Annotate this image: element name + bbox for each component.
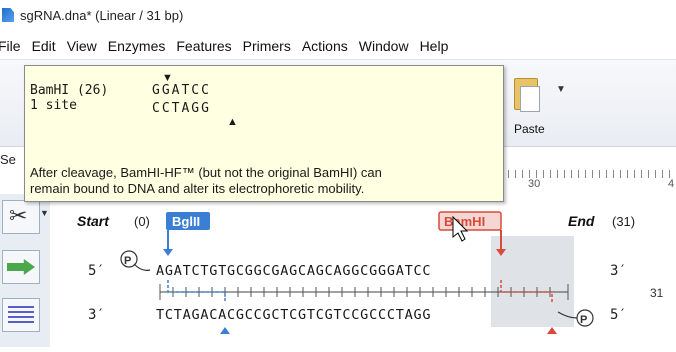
scissors-icon: ✂ — [9, 203, 28, 228]
tooltip-note-line2: remain bound to DNA and alter its electr… — [30, 181, 365, 196]
tool-sidebar: ✂ ▼ — [0, 194, 51, 347]
promoter-left-label: P — [124, 255, 131, 267]
menu-bar: File Edit View Enzymes Features Primers … — [0, 33, 676, 60]
paste-paper-icon — [520, 86, 540, 112]
top-strand-3prime: 3′ — [610, 263, 627, 279]
enzyme-tooltip: BamHI (26) 1 site ▼ GGATCC CCTAGG ▲ Afte… — [24, 65, 504, 202]
end-position: (31) — [612, 214, 635, 229]
menu-enzymes[interactable]: Enzymes — [108, 38, 166, 54]
sequence-length-label: 31 — [650, 286, 664, 300]
arrow-right-icon — [7, 259, 35, 275]
app-icon — [2, 8, 14, 22]
menu-file[interactable]: File — [0, 38, 21, 54]
menu-actions[interactable]: Actions — [302, 38, 348, 54]
bamhi-label: BamHI — [444, 214, 485, 229]
tooltip-note-line1: After cleavage, BamHI-HF™ (but not the o… — [30, 165, 382, 180]
end-label: End — [568, 213, 595, 229]
sequence-map-svg: Start (0) BglII BamHI End (31) P 5′ AGAT… — [77, 211, 664, 334]
paste-button[interactable]: ▼ Paste — [508, 78, 566, 138]
bottom-strand-5prime: 5′ — [610, 307, 627, 323]
cut-tool-dropdown-icon[interactable]: ▼ — [40, 208, 49, 218]
bottom-strand-3prime: 3′ — [88, 307, 105, 323]
menu-window[interactable]: Window — [359, 38, 409, 54]
ruler-ticks — [480, 170, 676, 178]
menu-help[interactable]: Help — [420, 38, 449, 54]
tooltip-site-top: GGATCC — [152, 83, 211, 98]
menu-primers[interactable]: Primers — [243, 38, 291, 54]
menu-edit[interactable]: Edit — [32, 38, 56, 54]
tab-fragment[interactable]: Se — [0, 152, 16, 167]
tooltip-bottom-cut-marker-icon: ▲ — [227, 116, 238, 128]
menu-view[interactable]: View — [67, 38, 97, 54]
tooltip-site-count: 1 site — [30, 98, 77, 113]
sequence-map[interactable]: Start (0) BglII BamHI End (31) P 5′ AGAT… — [50, 194, 676, 347]
tooltip-site-bottom: CCTAGG — [152, 101, 211, 116]
bglii-cut-arrow-icon — [163, 249, 173, 256]
start-label: Start — [77, 213, 110, 229]
promoter-left-tail — [133, 263, 151, 271]
lines-button[interactable] — [2, 298, 40, 332]
cut-tool-button[interactable]: ✂ — [2, 200, 40, 234]
bglii-label: BglII — [172, 214, 200, 229]
start-position: (0) — [134, 214, 150, 229]
lines-icon — [8, 306, 34, 324]
menu-features[interactable]: Features — [176, 38, 231, 54]
ruler-label-40: 4 — [668, 178, 675, 190]
paste-dropdown-icon[interactable]: ▼ — [556, 84, 566, 95]
bglii-cut-path — [167, 280, 226, 302]
window-title: sgRNA.dna* (Linear / 31 bp) — [20, 7, 184, 23]
title-bar: sgRNA.dna* (Linear / 31 bp) — [0, 0, 676, 30]
top-strand-sequence[interactable]: AGATCTGTGCGGCGAGCAGCAGGCGGGATCC — [156, 263, 431, 279]
promoter-right-label: P — [580, 314, 587, 326]
ruler-label-30: 30 — [528, 178, 541, 190]
bottom-strand-sequence[interactable]: TCTAGACACGCCGCTCGTCGTCCGCCCTAGG — [156, 307, 431, 323]
top-strand-5prime: 5′ — [88, 263, 105, 279]
bglii-bottom-cut-arrow-icon — [220, 327, 230, 334]
tooltip-enzyme: BamHI (26) — [30, 83, 109, 98]
forward-button[interactable] — [2, 250, 40, 284]
bamhi-bottom-cut-arrow-icon — [547, 327, 557, 334]
paste-label: Paste — [514, 122, 545, 136]
